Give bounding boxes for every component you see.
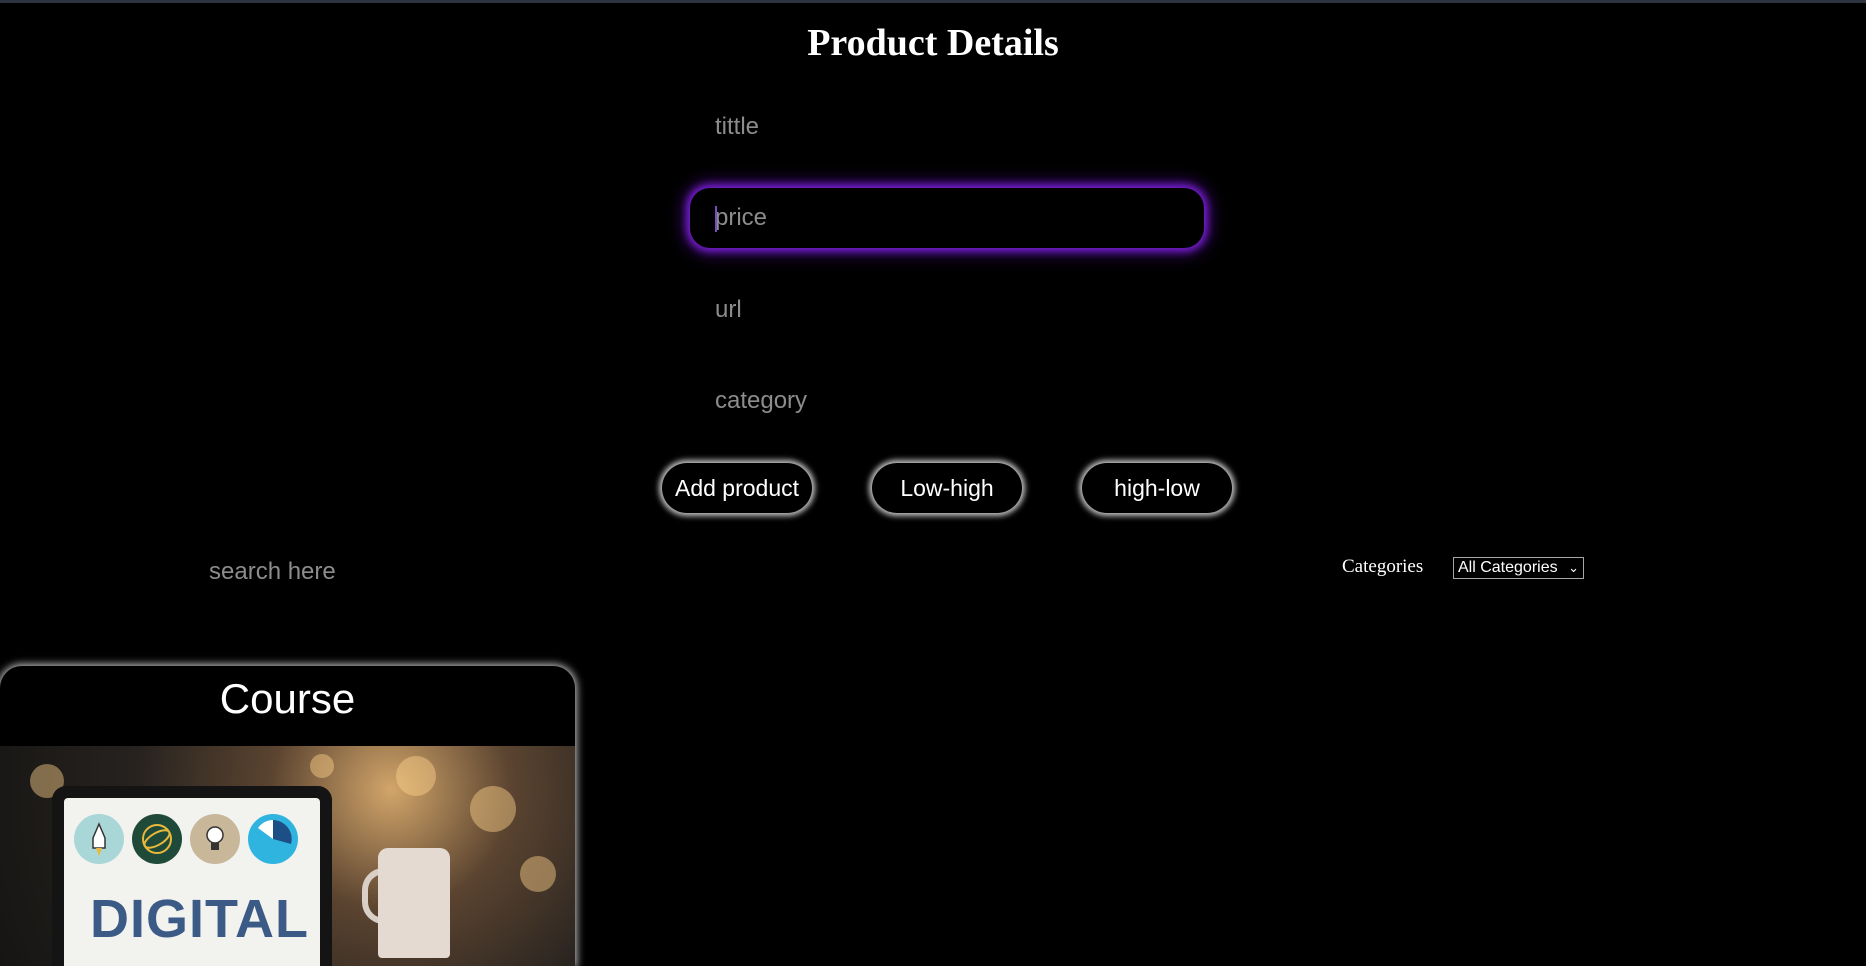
categories-label: Categories [1342, 556, 1424, 577]
text-caret [715, 206, 717, 232]
product-card[interactable]: Course DIGITAL [0, 666, 575, 966]
sort-high-low-button[interactable]: high-low [1082, 463, 1232, 513]
mug [378, 848, 450, 958]
rocket-icon [74, 814, 124, 864]
pie-chart-icon [248, 814, 298, 864]
sort-low-high-button[interactable]: Low-high [872, 463, 1022, 513]
lightbulb-icon [190, 814, 240, 864]
globe-icon [132, 814, 182, 864]
tablet-device: DIGITAL [52, 786, 332, 966]
digital-text: DIGITAL [90, 889, 309, 949]
chevron-down-icon: ⌄ [1568, 560, 1579, 575]
categories-select[interactable]: All Categories ⌄ [1453, 557, 1584, 579]
category-input[interactable] [690, 371, 1204, 431]
card-title: Course [219, 675, 356, 722]
add-product-button[interactable]: Add product [662, 463, 812, 513]
categories-selected-value: All Categories [1458, 559, 1558, 576]
price-input[interactable] [690, 188, 1204, 248]
page-title: Product Details [807, 22, 1059, 64]
title-input[interactable] [690, 97, 1204, 157]
tablet-screen: DIGITAL [64, 798, 320, 966]
search-input[interactable] [185, 552, 605, 592]
top-border [0, 0, 1866, 3]
product-image: DIGITAL [0, 746, 575, 966]
url-input[interactable] [690, 280, 1204, 340]
